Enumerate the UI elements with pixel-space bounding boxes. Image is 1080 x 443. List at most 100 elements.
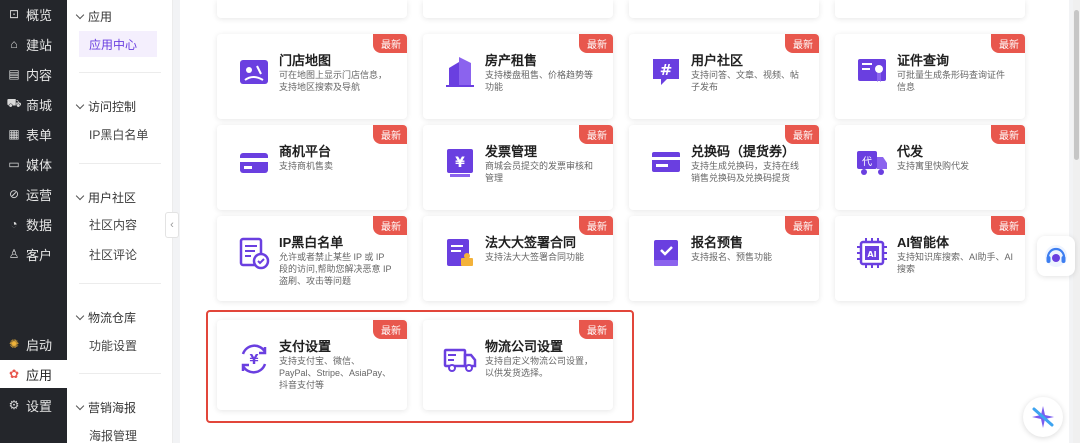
nav-item-media[interactable]: ▭ 媒体 [0, 150, 67, 178]
card-title: AI智能体 [897, 235, 950, 250]
assistant-star-icon [1032, 406, 1054, 428]
app-card-invoice[interactable]: 最新 ¥ 发票管理 商城会员提交的发票审核和管理 [423, 125, 613, 210]
nav-item-operation[interactable]: ⊘ 运营 [0, 180, 67, 208]
card-title: 证件查询 [897, 53, 950, 68]
nav-item-content[interactable]: ▤ 内容 [0, 60, 67, 88]
svg-text:代: 代 [862, 156, 872, 168]
nav-label: 建站 [26, 37, 53, 53]
nav-label: 表单 [26, 127, 53, 143]
nav-label: 应用 [26, 367, 53, 383]
app-card-contract[interactable]: 最新 法大大签署合同 支持法大大签署合同功能 [423, 216, 613, 301]
new-badge: 最新 [991, 125, 1025, 144]
scrollbar[interactable] [1073, 0, 1080, 443]
scrollbar-thumb[interactable] [1074, 10, 1079, 160]
card-title: 房产租售 [485, 53, 538, 68]
nav-item-mall[interactable]: ⛟ 商城 [0, 90, 67, 118]
app-card-signup-presale[interactable]: 最新 报名预售 支持报名、预售功能 [629, 216, 819, 301]
app-card-partial[interactable] [423, 0, 613, 18]
card-description: 支持问答、文章、视频、帖子发布 [691, 70, 800, 92]
app-card-real-estate[interactable]: 最新 房产租售 支持楼盘租售、价格趋势等功能 [423, 34, 613, 119]
paperclip-icon: ⊘ [8, 187, 20, 201]
app-card-partial[interactable] [835, 0, 1025, 18]
nav-item-overview[interactable]: ⊡ 概览 [0, 0, 67, 28]
menu-item-app-center[interactable]: 应用中心 [79, 31, 157, 57]
cart-icon: ⛟ [6, 96, 22, 110]
nav-item-customer[interactable]: ♙ 客户 [0, 240, 67, 268]
form-icon: ▦ [8, 127, 20, 141]
card-description: 可在地图上显示门店信息，支持地区搜索及导航 [279, 70, 388, 92]
voucher-icon [652, 152, 680, 172]
new-badge: 最新 [991, 34, 1025, 53]
card-title: 发票管理 [485, 144, 538, 159]
secondary-menu: 应用 应用中心 访问控制 IP黑白名单 用户社区 社区内容 社区评论 物流仓库 … [67, 0, 173, 443]
app-card-certificate-query[interactable]: 最新 证件查询 可批量生成条形码查询证件信息 [835, 34, 1025, 119]
ai-chip-icon: AI [857, 238, 887, 268]
nav-label: 数据 [26, 217, 53, 233]
divider [79, 373, 161, 374]
card-title: 门店地图 [279, 53, 332, 68]
assistant-button[interactable] [1023, 397, 1063, 437]
svg-text:#: # [660, 61, 673, 79]
menu-item-community-comments[interactable]: 社区评论 [79, 241, 157, 267]
card-title: 法大大签署合同 [485, 235, 577, 250]
book-check-icon [654, 240, 678, 266]
menu-item-logistics-settings[interactable]: 功能设置 [79, 332, 157, 358]
menu-item-ip-list[interactable]: IP黑白名单 [79, 121, 157, 147]
gear-icon: ⚙ [8, 398, 20, 412]
app-card-business[interactable]: 最新 商机平台 支持商机售卖 [217, 125, 407, 210]
user-icon: ♙ [8, 247, 20, 261]
card-title: 商机平台 [279, 144, 332, 159]
menu-group-title: 应用 [88, 10, 113, 24]
app-card-partial[interactable] [629, 0, 819, 18]
nav-label: 客户 [26, 247, 53, 263]
menu-item-poster-manage[interactable]: 海报管理 [79, 422, 157, 443]
card-description: 允许或者禁止某些 IP 或 IP 段的访问,帮助您解决恶意 IP 盗刷、攻击等问… [279, 252, 392, 286]
app-card-voucher[interactable]: 最新 兑换码（提货券） 支持生成兑换码，支持在线销售兑换码及兑换码提货 [629, 125, 819, 210]
menu-group-access-control[interactable]: 访问控制 [75, 98, 137, 115]
new-badge: 最新 [991, 216, 1025, 235]
card-description: 支持生成兑换码，支持在线销售兑换码及兑换码提货 [691, 161, 800, 183]
menu-group-title: 营销海报 [88, 401, 137, 415]
certificate-icon [858, 59, 886, 82]
nav-item-launch[interactable]: ✺ 启动 [0, 330, 67, 358]
menu-item-community-content[interactable]: 社区内容 [79, 211, 157, 237]
chevron-down-icon [75, 401, 85, 411]
new-badge: 最新 [373, 216, 407, 235]
app-card-community[interactable]: 最新 # 用户社区 支持问答、文章、视频、帖子发布 [629, 34, 819, 119]
nav-label: 运营 [26, 187, 53, 203]
menu-group-title: 访问控制 [88, 100, 137, 114]
apps-icon: ✿ [8, 367, 20, 381]
card-title: 用户社区 [691, 53, 744, 68]
sparkle-icon: ✺ [8, 337, 20, 351]
chevron-down-icon [75, 311, 85, 321]
highlight-box [206, 310, 634, 423]
document-icon: ▤ [8, 67, 20, 81]
nav-label: 设置 [26, 398, 53, 414]
app-card-dropship[interactable]: 最新 代 代发 支持寓里快购代发 [835, 125, 1025, 210]
nav-item-form[interactable]: ▦ 表单 [0, 120, 67, 148]
hashtag-icon: # [653, 59, 679, 85]
nav-item-data[interactable]: ◔ 数据 [0, 210, 67, 238]
card-title: 代发 [897, 144, 924, 159]
checklist-icon [239, 237, 270, 270]
invoice-icon: ¥ [447, 149, 473, 177]
collapse-sidebar-button[interactable]: ‹ [165, 212, 179, 238]
menu-group-community[interactable]: 用户社区 [75, 189, 136, 206]
nav-item-apps[interactable]: ✿ 应用 [0, 360, 67, 388]
customer-service-button[interactable] [1037, 236, 1075, 276]
svg-text:¥: ¥ [455, 155, 465, 171]
menu-group-poster[interactable]: 营销海报 [75, 399, 137, 416]
divider [79, 72, 161, 73]
app-card-partial[interactable] [217, 0, 407, 18]
menu-group-apps[interactable]: 应用 [75, 8, 113, 25]
app-card-store-map[interactable]: 最新 门店地图 可在地图上显示门店信息，支持地区搜索及导航 [217, 34, 407, 119]
chevron-left-icon: ‹ [170, 219, 174, 231]
nav-label: 商城 [26, 97, 53, 113]
svg-text:AI: AI [867, 250, 876, 259]
menu-group-logistics[interactable]: 物流仓库 [75, 309, 136, 326]
app-card-ai-agent[interactable]: 最新 AI AI智能体 支持知识库搜索、AI助手、AI搜索 [835, 216, 1025, 301]
app-card-ip-list[interactable]: 最新 IP黑白名单 允许或者禁止某些 IP 或 IP 段的访问,帮助您解决恶意 … [217, 216, 407, 301]
card-description: 支持寓里快购代发 [897, 161, 970, 171]
nav-item-site[interactable]: ⌂ 建站 [0, 30, 67, 58]
nav-item-settings[interactable]: ⚙ 设置 [0, 391, 67, 419]
